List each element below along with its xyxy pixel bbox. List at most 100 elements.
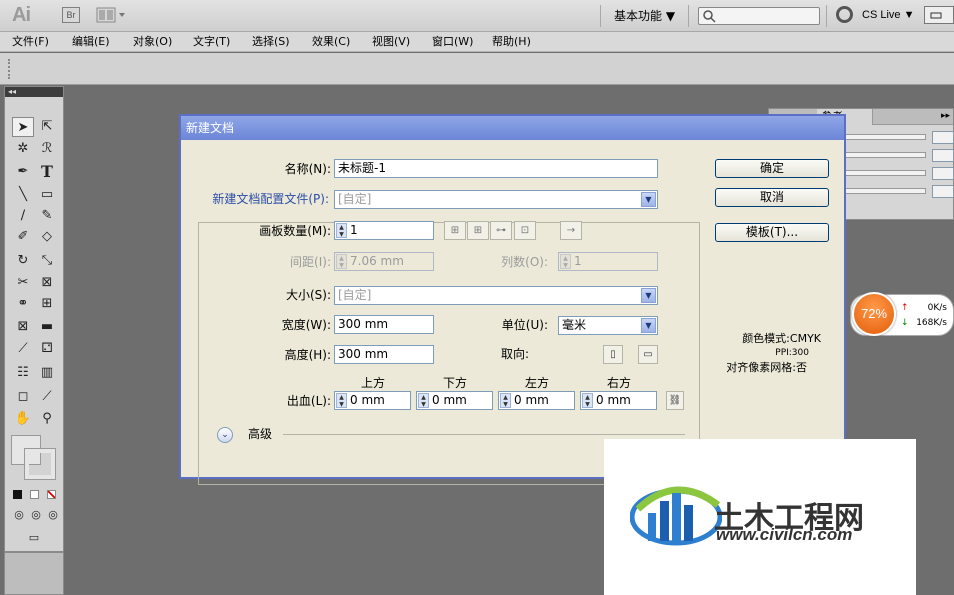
gradient-tool-icon[interactable]: ▬ <box>36 317 58 337</box>
artboard-tool-icon[interactable]: ◻ <box>12 387 34 407</box>
lasso-tool-icon[interactable]: ℛ <box>36 139 58 159</box>
magic-wand-tool-icon[interactable]: ✲ <box>12 139 34 159</box>
direct-selection-tool-icon[interactable]: ⇱ <box>36 117 58 137</box>
workspace-switcher[interactable]: 基本功能 ▼ <box>614 6 682 26</box>
slider[interactable] <box>844 152 926 158</box>
portrait-icon[interactable]: ▯ <box>603 345 623 364</box>
menu-window[interactable]: 窗口(W) <box>432 34 473 50</box>
spacing-stepper[interactable]: ▲ ▼ 7.06 mm <box>334 252 434 271</box>
slider[interactable] <box>844 188 926 194</box>
panel-menu-icon[interactable]: ▸▸ <box>941 111 950 121</box>
cs-live-menu[interactable]: CS Live ▼ <box>862 7 914 23</box>
value-field[interactable] <box>932 167 954 180</box>
minimize-icon <box>930 12 942 19</box>
template-button[interactable]: 模板(T)... <box>715 223 829 242</box>
menu-effect[interactable]: 效果(C) <box>312 34 350 50</box>
hand-tool-icon[interactable]: ✋ <box>12 409 34 429</box>
scale-tool-icon[interactable]: ⤡ <box>36 251 58 271</box>
symbol-sprayer-tool-icon[interactable]: ☷ <box>12 363 34 383</box>
memory-usage-badge[interactable]: 72% <box>852 292 896 336</box>
units-dropdown[interactable]: 毫米 ▼ <box>558 316 658 335</box>
menu-select[interactable]: 选择(S) <box>252 34 290 50</box>
column-graph-tool-icon[interactable]: ▥ <box>36 363 58 383</box>
menu-edit[interactable]: 编辑(E) <box>72 34 110 50</box>
ppi-info: PPI:300 <box>775 348 809 358</box>
landscape-icon[interactable]: ▭ <box>638 345 658 364</box>
menu-help[interactable]: 帮助(H) <box>492 34 531 50</box>
artboards-value: 1 <box>350 223 358 237</box>
menu-object[interactable]: 对象(O) <box>133 34 172 50</box>
expand-advanced-icon[interactable]: ⌄ <box>217 427 233 443</box>
arrange-documents-icon[interactable] <box>96 7 126 23</box>
slider[interactable] <box>844 170 926 176</box>
selection-tool-icon[interactable]: ➤ <box>12 117 34 137</box>
left-to-right-icon[interactable]: → <box>560 221 582 240</box>
tools-panel-collapse[interactable]: ◂◂ <box>5 87 63 97</box>
bridge-button[interactable]: Br <box>62 7 80 23</box>
paintbrush-tool-icon[interactable]: ∕ <box>12 206 34 226</box>
size-label: 大小(S): <box>285 288 331 302</box>
height-input[interactable]: 300 mm <box>334 345 434 364</box>
warp-tool-icon[interactable]: ✂ <box>12 273 34 293</box>
stepper-arrows-icon[interactable]: ▲ ▼ <box>582 393 593 408</box>
rotate-tool-icon[interactable]: ↻ <box>12 251 34 271</box>
bleed-bottom-stepper[interactable]: ▲ ▼ 0 mm <box>416 391 493 410</box>
value-field[interactable] <box>932 149 954 162</box>
blend-tool-icon[interactable]: ⚁ <box>36 339 58 359</box>
rectangle-tool-icon[interactable]: ▭ <box>36 185 58 205</box>
stepper-arrows-icon[interactable]: ▲ ▼ <box>336 223 347 238</box>
size-dropdown[interactable]: [自定] ▼ <box>334 286 658 305</box>
slider[interactable] <box>844 134 926 140</box>
minimize-window-button[interactable] <box>924 6 954 24</box>
panel-grip[interactable] <box>8 59 12 79</box>
zoom-tool-icon[interactable]: ⚲ <box>36 409 58 429</box>
stroke-swatch[interactable] <box>24 448 56 480</box>
advanced-label[interactable]: 高级 <box>248 425 272 443</box>
menu-type[interactable]: 文字(T) <box>193 34 230 50</box>
bleed-top-stepper[interactable]: ▲ ▼ 0 mm <box>334 391 411 410</box>
profile-dropdown[interactable]: [自定] ▼ <box>334 190 658 209</box>
type-tool-icon[interactable]: T <box>36 162 58 182</box>
name-input[interactable]: 未标题-1 <box>334 159 658 178</box>
stepper-arrows-icon[interactable]: ▲ ▼ <box>336 393 347 408</box>
draw-inside-icon[interactable]: ◎ <box>42 505 64 525</box>
blob-brush-tool-icon[interactable]: ✐ <box>12 227 34 247</box>
menu-view[interactable]: 视图(V) <box>372 34 410 50</box>
search-input[interactable] <box>698 7 820 25</box>
eyedropper-tool-icon[interactable]: ⟋ <box>12 339 34 359</box>
cancel-button[interactable]: 取消 <box>715 188 829 207</box>
arrange-by-row-icon[interactable]: ⊶ <box>490 221 512 240</box>
artboards-stepper[interactable]: ▲ ▼ 1 <box>334 221 434 240</box>
none-mode-icon[interactable] <box>47 490 56 499</box>
screen-mode-icon[interactable]: ▭ <box>23 528 45 548</box>
pen-tool-icon[interactable]: ✒ <box>12 162 34 182</box>
slice-tool-icon[interactable]: ⟋ <box>36 387 58 407</box>
dialog-title: 新建文档 <box>181 116 844 140</box>
bleed-left-stepper[interactable]: ▲ ▼ 0 mm <box>498 391 575 410</box>
grid-by-row-icon[interactable]: ⊞ <box>444 221 466 240</box>
columns-stepper[interactable]: ▲ ▼ 1 <box>558 252 658 271</box>
shape-builder-tool-icon[interactable]: ⚭ <box>12 294 34 314</box>
width-input[interactable]: 300 mm <box>334 315 434 334</box>
free-transform-tool-icon[interactable]: ⊠ <box>36 273 58 293</box>
bleed-right-stepper[interactable]: ▲ ▼ 0 mm <box>580 391 657 410</box>
color-mode-icon[interactable] <box>13 490 22 499</box>
stepper-arrows-icon[interactable]: ▲ ▼ <box>560 254 571 269</box>
arrange-by-column-icon[interactable]: ⊡ <box>514 221 536 240</box>
gradient-mode-icon[interactable] <box>30 490 39 499</box>
link-bleed-icon[interactable]: ⛓ <box>666 391 684 410</box>
ok-button[interactable]: 确定 <box>715 159 829 178</box>
perspective-grid-tool-icon[interactable]: ⊞ <box>36 294 58 314</box>
stepper-arrows-icon[interactable]: ▲ ▼ <box>500 393 511 408</box>
pencil-tool-icon[interactable]: ✎ <box>36 206 58 226</box>
stepper-arrows-icon[interactable]: ▲ ▼ <box>418 393 429 408</box>
illustrator-logo: Ai <box>12 4 31 26</box>
value-field[interactable] <box>932 131 954 144</box>
menu-file[interactable]: 文件(F) <box>12 34 49 50</box>
stepper-arrows-icon[interactable]: ▲ ▼ <box>336 254 347 269</box>
eraser-tool-icon[interactable]: ◇ <box>36 227 58 247</box>
grid-by-column-icon[interactable]: ⊞ <box>467 221 489 240</box>
value-field[interactable] <box>932 185 954 198</box>
mesh-tool-icon[interactable]: ⊠ <box>12 317 34 337</box>
line-tool-icon[interactable]: ╲ <box>12 185 34 205</box>
